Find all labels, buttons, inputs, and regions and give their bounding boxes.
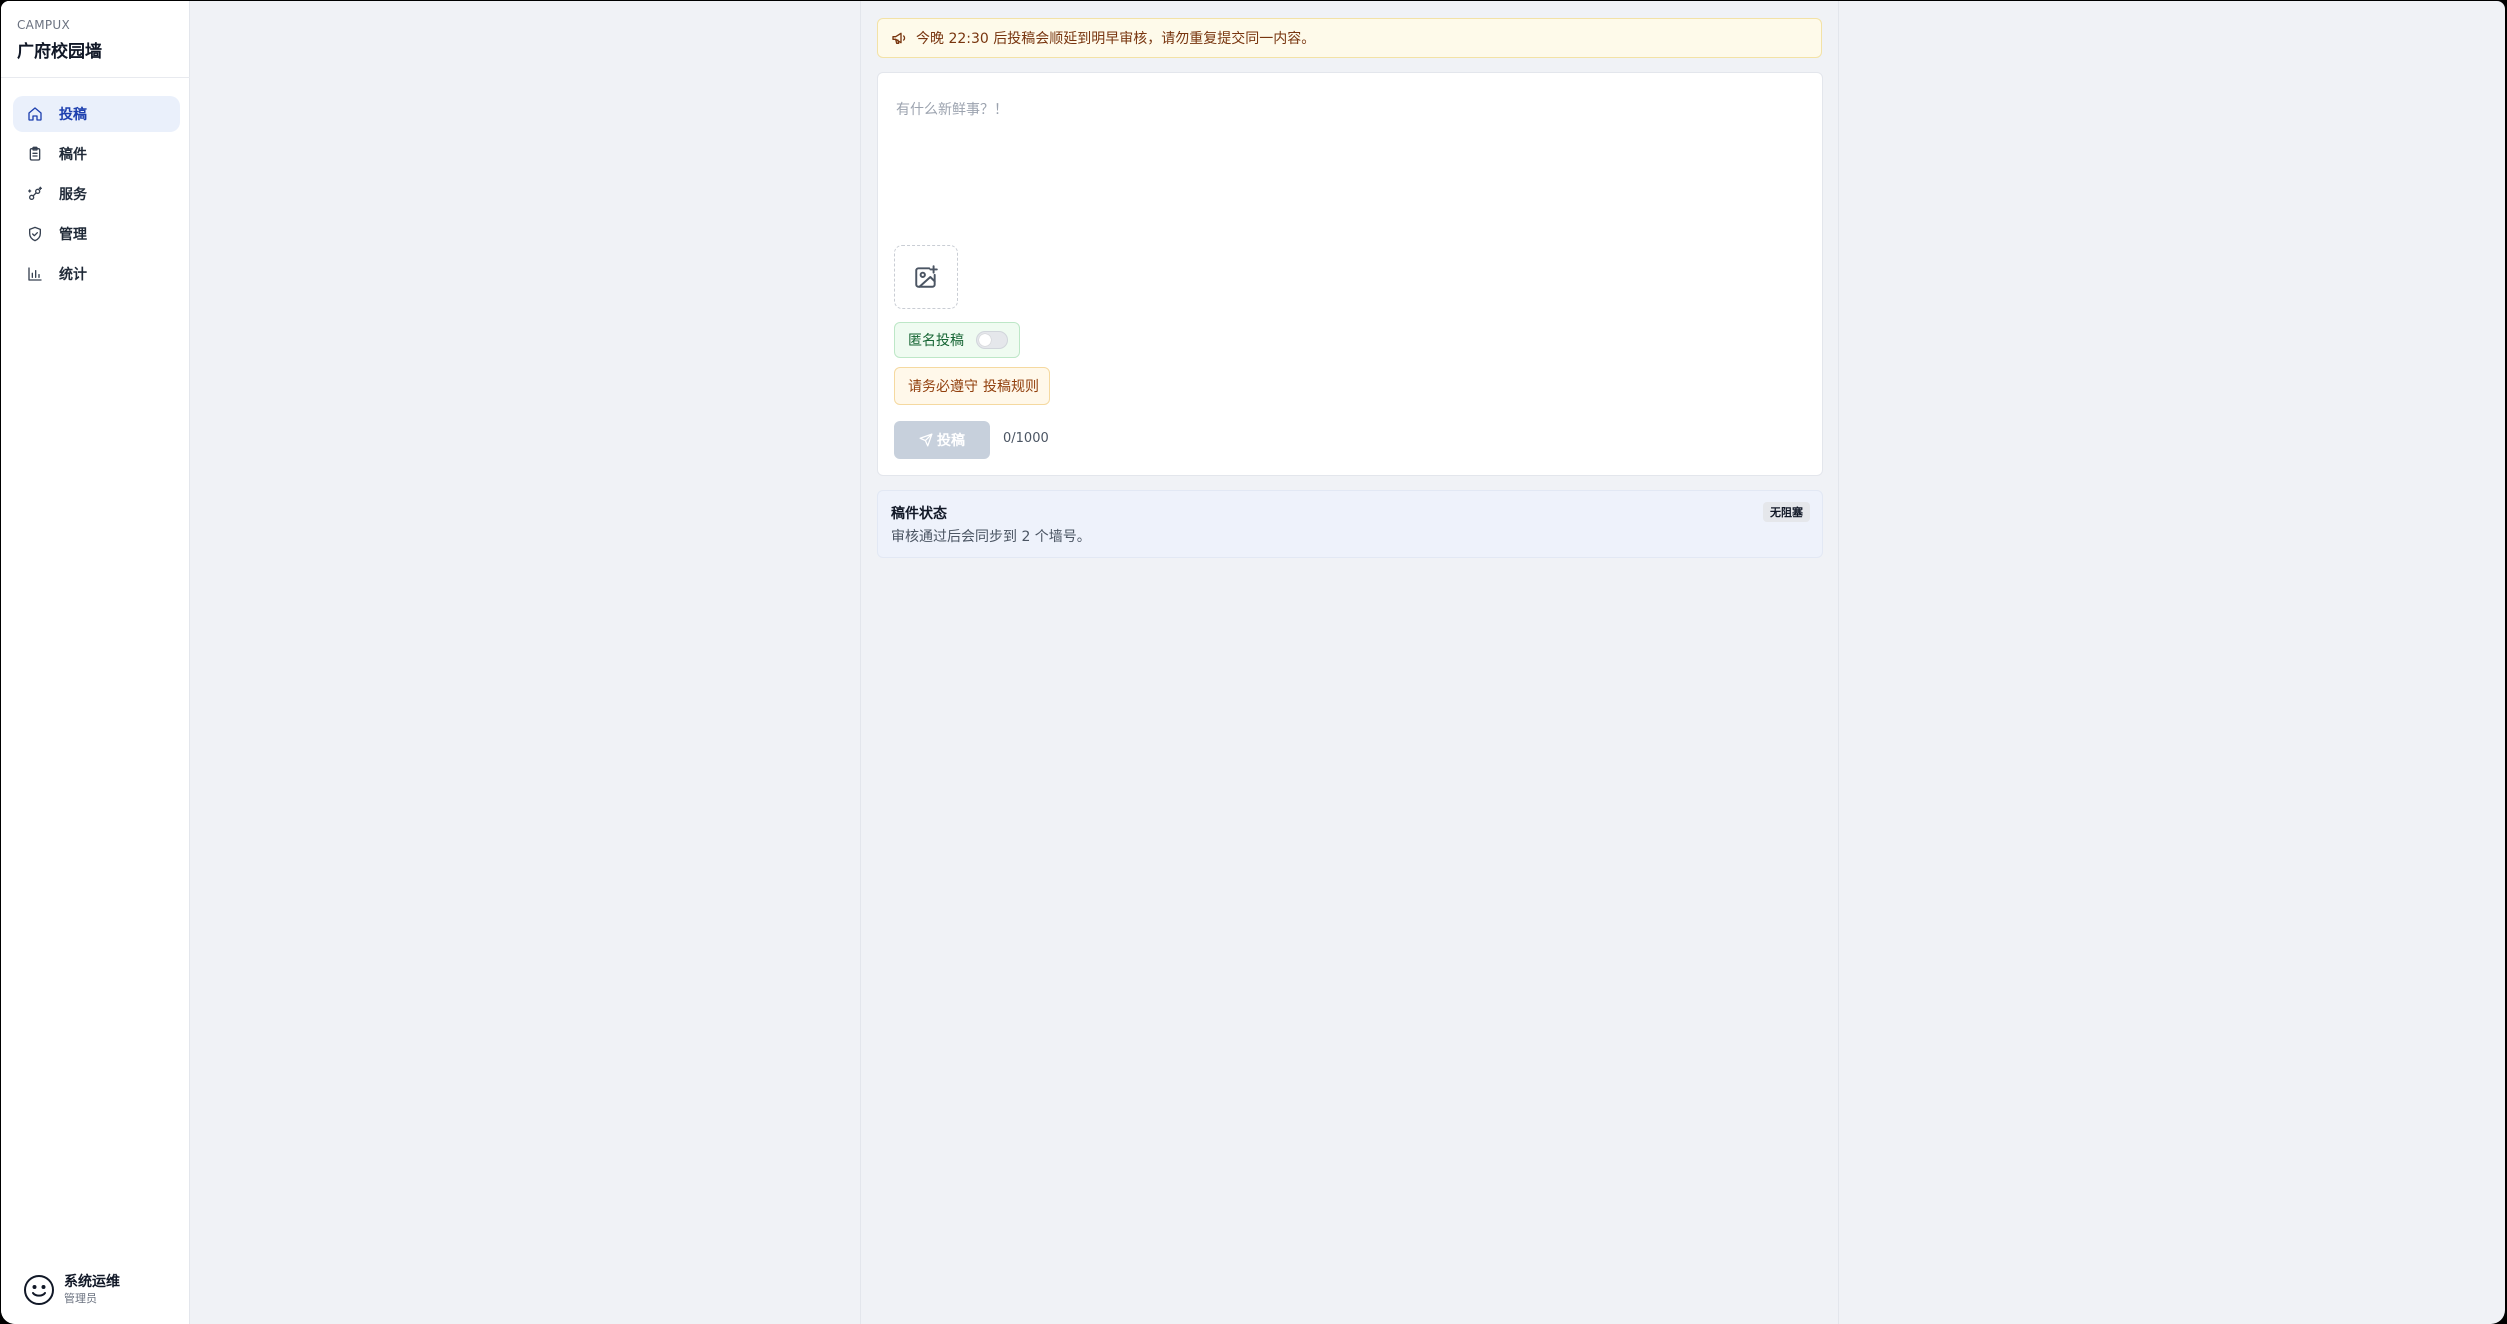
notice-banner: 今晚 22:30 后投稿会顺延到明早审核，请勿重复提交同一内容。 — [877, 18, 1822, 58]
home-icon — [25, 104, 45, 124]
user-info: 系统运维 管理员 — [64, 1274, 120, 1306]
status-description: 审核通过后会同步到 2 个墙号。 — [891, 529, 1091, 545]
submit-label: 投稿 — [937, 433, 965, 449]
brand-subtitle: CAMPUX — [17, 18, 70, 32]
sidebar-item-label: 服务 — [59, 187, 87, 203]
send-icon — [919, 433, 933, 447]
anonymous-label: 匿名投稿 — [908, 333, 964, 349]
submit-button[interactable]: 投稿 — [894, 421, 990, 459]
sidebar-item-submit[interactable]: 投稿 — [13, 96, 180, 132]
anonymous-toggle[interactable] — [976, 331, 1008, 349]
status-title: 稿件状态 — [891, 506, 947, 522]
sidebar: CAMPUX 广府校园墙 投稿 稿件 服务 管理 统计 系统运维 管理员 — [1, 1, 190, 1324]
sidebar-item-label: 管理 — [59, 227, 87, 243]
add-image-button[interactable] — [894, 245, 958, 309]
status-badge: 无阻塞 — [1763, 502, 1810, 522]
sidebar-item-admin[interactable]: 管理 — [13, 216, 180, 252]
sidebar-nav: 投稿 稿件 服务 管理 统计 — [13, 96, 180, 296]
rules-link[interactable]: 投稿规则 — [983, 376, 1039, 396]
sidebar-item-services[interactable]: 服务 — [13, 176, 180, 212]
sidebar-item-drafts[interactable]: 稿件 — [13, 136, 180, 172]
clipboard-icon — [25, 144, 45, 164]
post-composer: 匿名投稿 请务必遵守 投稿规则 投稿 0/1000 — [877, 72, 1823, 476]
draft-status-card: 稿件状态 审核通过后会同步到 2 个墙号。 无阻塞 — [877, 490, 1823, 558]
sidebar-divider — [1, 77, 190, 78]
megaphone-icon — [891, 30, 907, 46]
rules-text: 请务必遵守 — [908, 379, 978, 395]
column-divider-right — [1838, 1, 1839, 1324]
notice-text: 今晚 22:30 后投稿会顺延到明早审核，请勿重复提交同一内容。 — [916, 31, 1316, 47]
sidebar-item-label: 稿件 — [59, 147, 87, 163]
rules-notice: 请务必遵守 投稿规则 — [894, 367, 1050, 405]
column-divider-left — [860, 1, 861, 1324]
sidebar-item-label: 统计 — [59, 267, 87, 283]
smiley-icon — [23, 1274, 55, 1306]
sidebar-item-stats[interactable]: 统计 — [13, 256, 180, 292]
sidebar-item-label: 投稿 — [59, 107, 87, 123]
character-counter: 0/1000 — [1003, 431, 1049, 446]
toggle-knob — [979, 334, 991, 346]
user-role: 管理员 — [64, 1292, 97, 1305]
brand-title: 广府校园墙 — [17, 42, 102, 62]
user-profile[interactable]: 系统运维 管理员 — [23, 1274, 120, 1306]
shield-check-icon — [25, 224, 45, 244]
service-icon — [25, 184, 45, 204]
app-window: CAMPUX 广府校园墙 投稿 稿件 服务 管理 统计 系统运维 管理员 今晚 … — [1, 1, 2505, 1324]
user-name: 系统运维 — [64, 1274, 120, 1290]
post-content-input[interactable] — [894, 97, 1798, 221]
anonymous-option: 匿名投稿 — [894, 322, 1020, 358]
image-plus-icon — [913, 264, 939, 290]
bar-chart-icon — [25, 264, 45, 284]
